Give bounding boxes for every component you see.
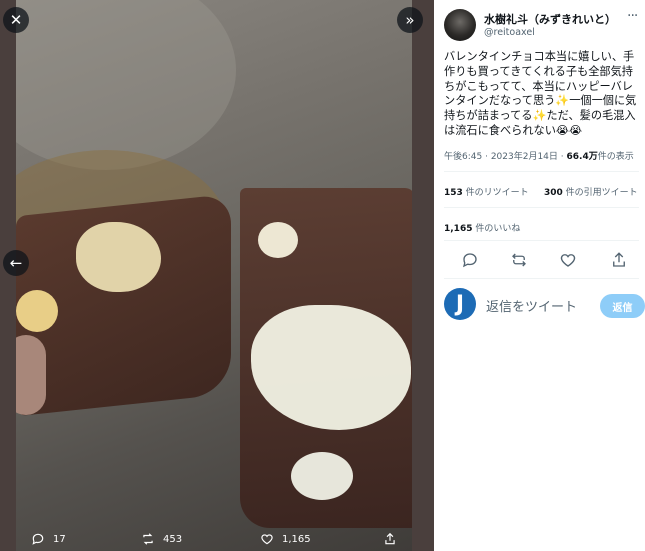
previous-image-button[interactable]: ← [3,250,29,276]
photo-bg-light [16,0,236,170]
more-options-icon[interactable]: ··· [627,8,638,24]
reply-icon [32,533,44,545]
retweets-stat[interactable]: 153 件のリツイート [444,185,529,198]
likes-count: 1,165 [444,224,473,234]
tweet-date[interactable]: 2023年2月14日 [491,152,558,162]
close-button[interactable]: ✕ [3,7,29,33]
double-chevron-right-icon: » [405,10,415,29]
reply-input[interactable]: 返信をツイート [486,296,577,315]
media-viewer: ✕ » ← 17 453 1,165 [0,0,434,551]
share-icon [613,252,625,267]
collapse-sidebar-button[interactable]: » [397,7,423,33]
quotes-label: 件の引用ツイート [565,188,638,198]
reply-button[interactable] [461,251,479,269]
photo-white-choc-2 [16,290,58,332]
media-retweet-count: 453 [163,533,183,545]
arrow-left-icon: ← [9,253,23,272]
author-avatar[interactable] [444,9,476,41]
likes-stat[interactable]: 1,165 件のいいね [444,221,520,234]
photo-hand [16,335,46,415]
divider [444,171,639,172]
tweet-metadata: 午後6:45 · 2023年2月14日 · 66.4万件の表示 [444,152,634,162]
quote-tweets-stat[interactable]: 300 件の引用ツイート [544,185,638,198]
retweets-label: 件のリツイート [465,188,529,198]
share-button[interactable] [610,251,628,269]
photo-white-choc-5 [291,452,353,500]
media-share-button[interactable] [383,532,397,546]
author-display-name[interactable]: 水樹礼斗（みずきれいと） [484,11,616,27]
tweet-detail-panel: 水樹礼斗（みずきれいと） @reitoaxel ··· バレンタインチョコ本当に… [434,0,645,551]
quotes-count: 300 [544,188,563,198]
divider [444,240,639,241]
views-label: 件の表示 [597,152,634,162]
reply-submit-button[interactable]: 返信 [600,294,645,318]
tweet-photo [16,0,412,551]
heart-icon [261,534,273,545]
tweet-text: バレンタインチョコ本当に嬉しい、手作りも買ってきてくれる子も全部気持ちがこもって… [444,50,637,137]
media-like-count: 1,165 [282,533,311,545]
divider [444,207,639,208]
media-action-bar: 17 453 1,165 [0,528,434,551]
media-reply-count: 17 [53,533,66,545]
author-handle[interactable]: @reitoaxel [484,27,535,38]
likes-label: 件のいいね [475,224,521,234]
like-button[interactable] [559,251,577,269]
media-like-button[interactable]: 1,165 [260,532,311,546]
retweets-count: 153 [444,188,463,198]
share-icon [385,532,395,545]
photo-white-choc-1 [76,222,161,292]
tweet-time[interactable]: 午後6:45 [444,152,482,162]
views-count: 66.4万 [566,152,598,162]
retweet-icon [512,253,526,267]
media-reply-button[interactable]: 17 [31,532,66,546]
reply-icon [462,253,477,268]
close-icon: ✕ [9,10,23,29]
current-user-avatar: J [444,288,476,320]
heart-icon [560,254,576,267]
media-retweet-button[interactable]: 453 [141,532,182,546]
divider [444,278,639,279]
photo-white-choc-3 [258,222,298,258]
retweet-icon [143,533,153,545]
retweet-button[interactable] [510,251,528,269]
